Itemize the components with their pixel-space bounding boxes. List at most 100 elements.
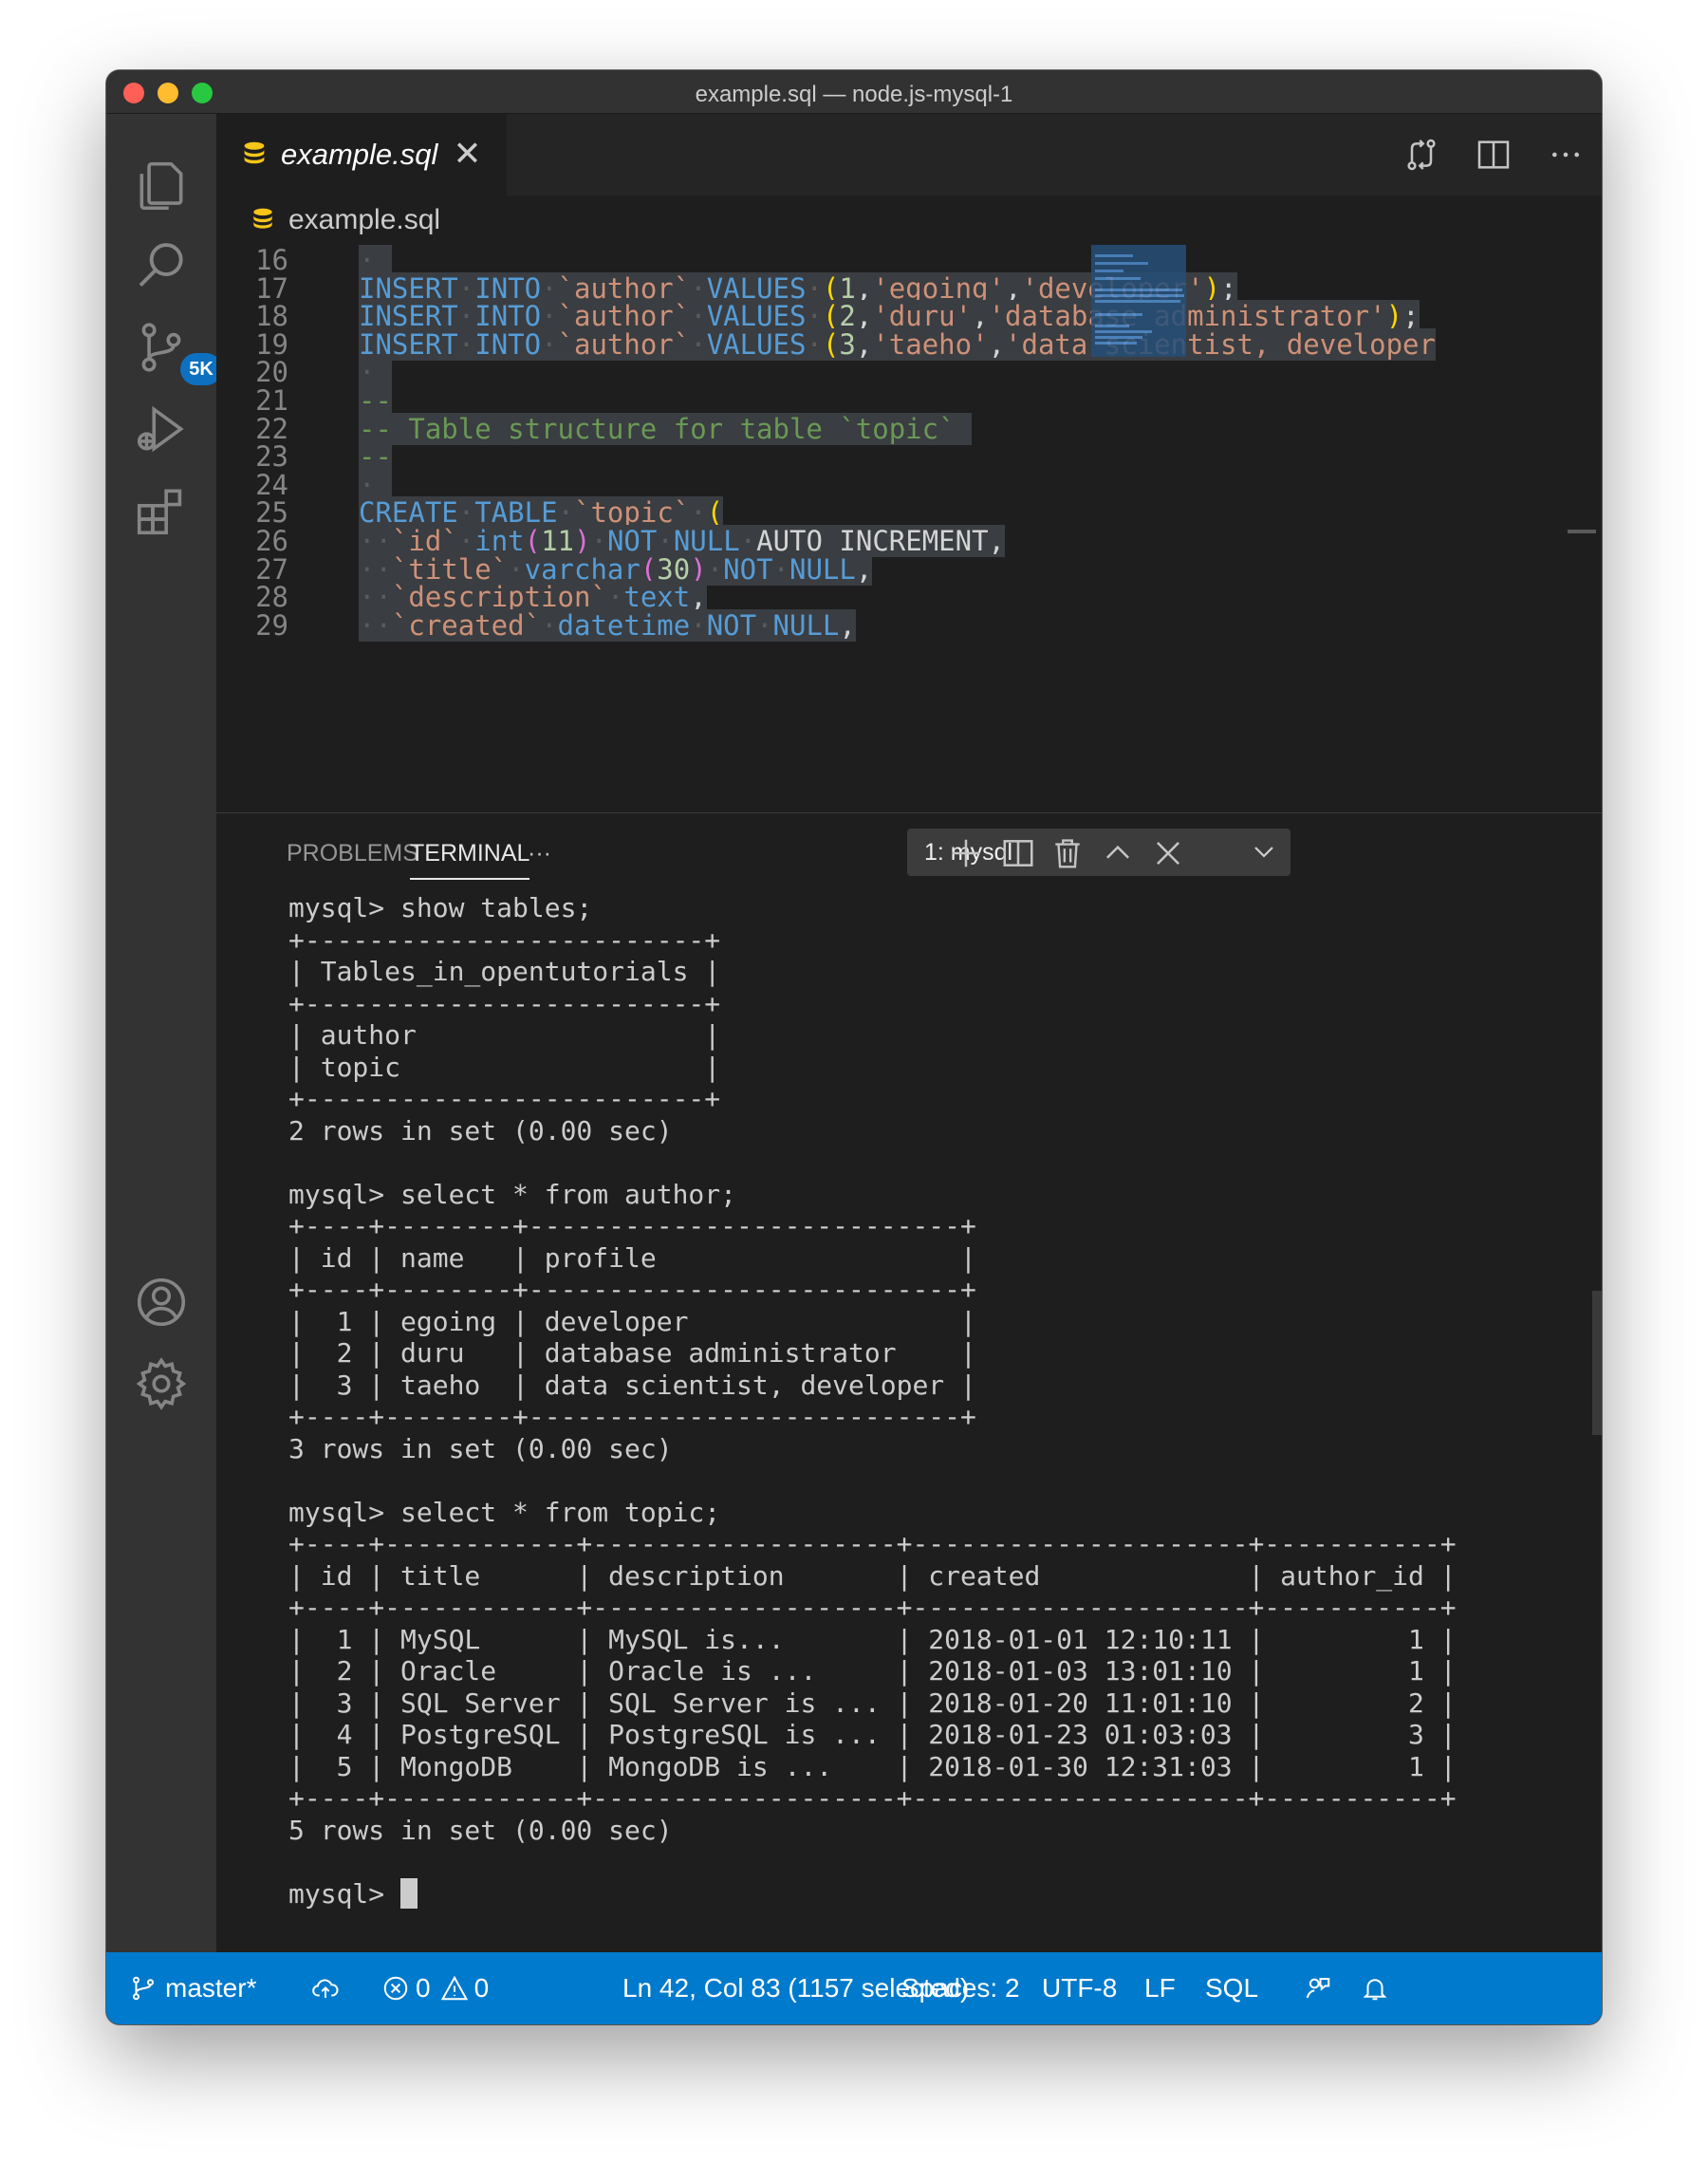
tab-close-icon[interactable]: ✕ [453,138,481,172]
code-line-19: INSERT·INTO·`author`·VALUES·(3,'taeho','… [359,328,1436,361]
minimap-line [1095,294,1184,297]
activity-bar: 5K [106,114,222,1952]
terminal-line: | 3 | taeho | data scientist, developer … [288,1369,976,1401]
terminal-line: | id | title | description | created | a… [288,1559,1457,1592]
branch-name: master* [165,1973,257,2003]
minimap[interactable] [1091,245,1186,357]
terminal-line: mysql> select * from author; [288,1178,737,1210]
terminal-line: mysql> show tables; [288,892,593,923]
indentation-status[interactable]: Spaces: 2 [901,1952,1020,2024]
warning-icon [440,1975,468,2001]
terminal-line: +----+--------+-------------------------… [288,1401,976,1432]
feedback-button[interactable] [1304,1952,1332,2024]
editor-actions [1385,114,1602,196]
minimap-line [1095,300,1180,303]
line-number-gutter: 16 17 18 19 20 21 22 23 24 25 26 27 28 2… [216,245,315,812]
more-actions-icon[interactable] [1530,114,1602,196]
database-icon [244,141,265,164]
terminal-line: +----+--------+-------------------------… [288,1210,976,1241]
terminal-line: | 2 | Oracle | Oracle is ... | 2018-01-0… [288,1655,1457,1687]
window-title: example.sql — node.js-mysql-1 [695,82,1013,107]
minimap-line [1095,342,1137,345]
tab-label: example.sql [281,138,438,171]
terminal-scrollbar[interactable] [1592,1291,1602,1435]
warning-count: 0 [473,1973,490,2003]
minimap-line [1095,330,1152,333]
feedback-icon [1306,1978,1330,1999]
terminal-line: | 2 | duru | database administrator | [288,1337,976,1369]
accounts-icon[interactable] [131,1272,192,1333]
terminal-line: | 1 | MySQL | MySQL is... | 2018-01-01 1… [288,1623,1457,1655]
terminal-line: +-------------------------+ [288,1083,721,1114]
terminal-line: +----+------------+-------------------+-… [288,1592,1457,1623]
terminal-line: | topic | [288,1051,721,1083]
minimap-line [1095,325,1129,327]
eol-status[interactable]: LF [1144,1952,1176,2024]
terminal-prompt-line: mysql> [288,1877,1579,1910]
run-debug-icon[interactable] [131,399,192,459]
terminal-line: +-------------------------+ [288,923,721,956]
terminal-line: | author | [288,1019,721,1051]
tab-example-sql[interactable]: example.sql ✕ [216,114,507,196]
cloud-upload-icon [312,1979,339,1998]
database-icon [253,208,272,229]
terminal-line: 5 rows in set (0.00 sec) [288,1814,673,1846]
error-count: 0 [416,1973,431,2003]
branch-status[interactable]: master* [129,1952,256,2024]
terminal-line: | 3 | SQL Server | SQL Server is ... | 2… [288,1687,1457,1719]
minimap-line [1095,262,1148,265]
compare-changes-icon[interactable] [1385,114,1457,196]
terminal-line: | 4 | PostgreSQL | PostgreSQL is ... | 2… [288,1719,1457,1750]
terminal-line: | Tables_in_opentutorials | [288,956,721,987]
extensions-icon[interactable] [131,480,192,541]
problems-status[interactable]: 0 0 [381,1952,489,2024]
search-icon[interactable] [131,235,192,296]
encoding-status[interactable]: UTF-8 [1042,1952,1117,2024]
terminal-line: +-------------------------+ [288,987,721,1019]
terminal-line: +----+------------+-------------------+-… [288,1528,1457,1559]
code-line-22: -- Table structure for table `topic` [359,409,973,450]
terminal-lines: mysql> show tables; +--------------------… [288,892,1579,1878]
terminal-line: | id | name | profile | [288,1241,976,1274]
editor-scrollbar[interactable] [1568,530,1596,533]
terminal-output[interactable]: mysql> show tables; +--------------------… [288,813,1579,1910]
bell-icon [1363,1979,1387,2001]
terminal-cursor [400,1877,418,1909]
terminal-line: | 5 | MongoDB | MongoDB is ... | 2018-01… [288,1750,1457,1782]
status-bar: master* 0 0 Ln 42, Col 83 (1157 selected… [106,1952,1602,2024]
terminal-line: 3 rows in set (0.00 sec) [288,1432,673,1464]
minimap-line [1095,277,1141,280]
code-line-29: ··`created`·datetime·NOT·NULL, [359,609,856,642]
explorer-icon[interactable] [131,156,192,216]
sync-button[interactable] [311,1952,340,2024]
breadcrumb-file: example.sql [288,204,441,235]
minimap-line [1095,336,1142,339]
code-editor[interactable]: 16 17 18 19 20 21 22 23 24 25 26 27 28 2… [216,245,1602,812]
terminal-line: +----+------------+-------------------+-… [288,1782,1457,1814]
minimap-line [1095,289,1182,291]
git-branch-icon [133,1976,154,2001]
title-bar: example.sql — node.js-mysql-1 [106,70,1602,114]
split-editor-icon[interactable] [1457,114,1530,196]
terminal-line: +----+--------+-------------------------… [288,1274,976,1305]
error-icon [383,1976,408,2001]
terminal-prompt: mysql> [288,1877,401,1910]
minimap-line [1095,313,1142,316]
terminal-line: | 1 | egoing | developer | [288,1305,976,1337]
settings-gear-icon[interactable] [131,1353,192,1414]
breadcrumb[interactable]: example.sql [216,196,1602,245]
terminal-line: mysql> select * from topic; [288,1496,721,1528]
line-number: 29 [255,609,288,642]
source-control-icon[interactable]: 5K [131,317,222,385]
minimap-line [1095,270,1123,272]
bottom-panel: PROBLEMS TERMINAL ··· 1: mysql mysql> sh… [216,812,1602,1952]
vscode-window: example.sql — node.js-mysql-1 5K example… [106,70,1602,2024]
editor-tab-bar: example.sql ✕ [216,114,1602,196]
minimap-line [1095,254,1133,257]
language-mode[interactable]: SQL [1205,1952,1258,2024]
notifications-button[interactable] [1361,1952,1389,2024]
terminal-line: 2 rows in set (0.00 sec) [288,1114,673,1146]
